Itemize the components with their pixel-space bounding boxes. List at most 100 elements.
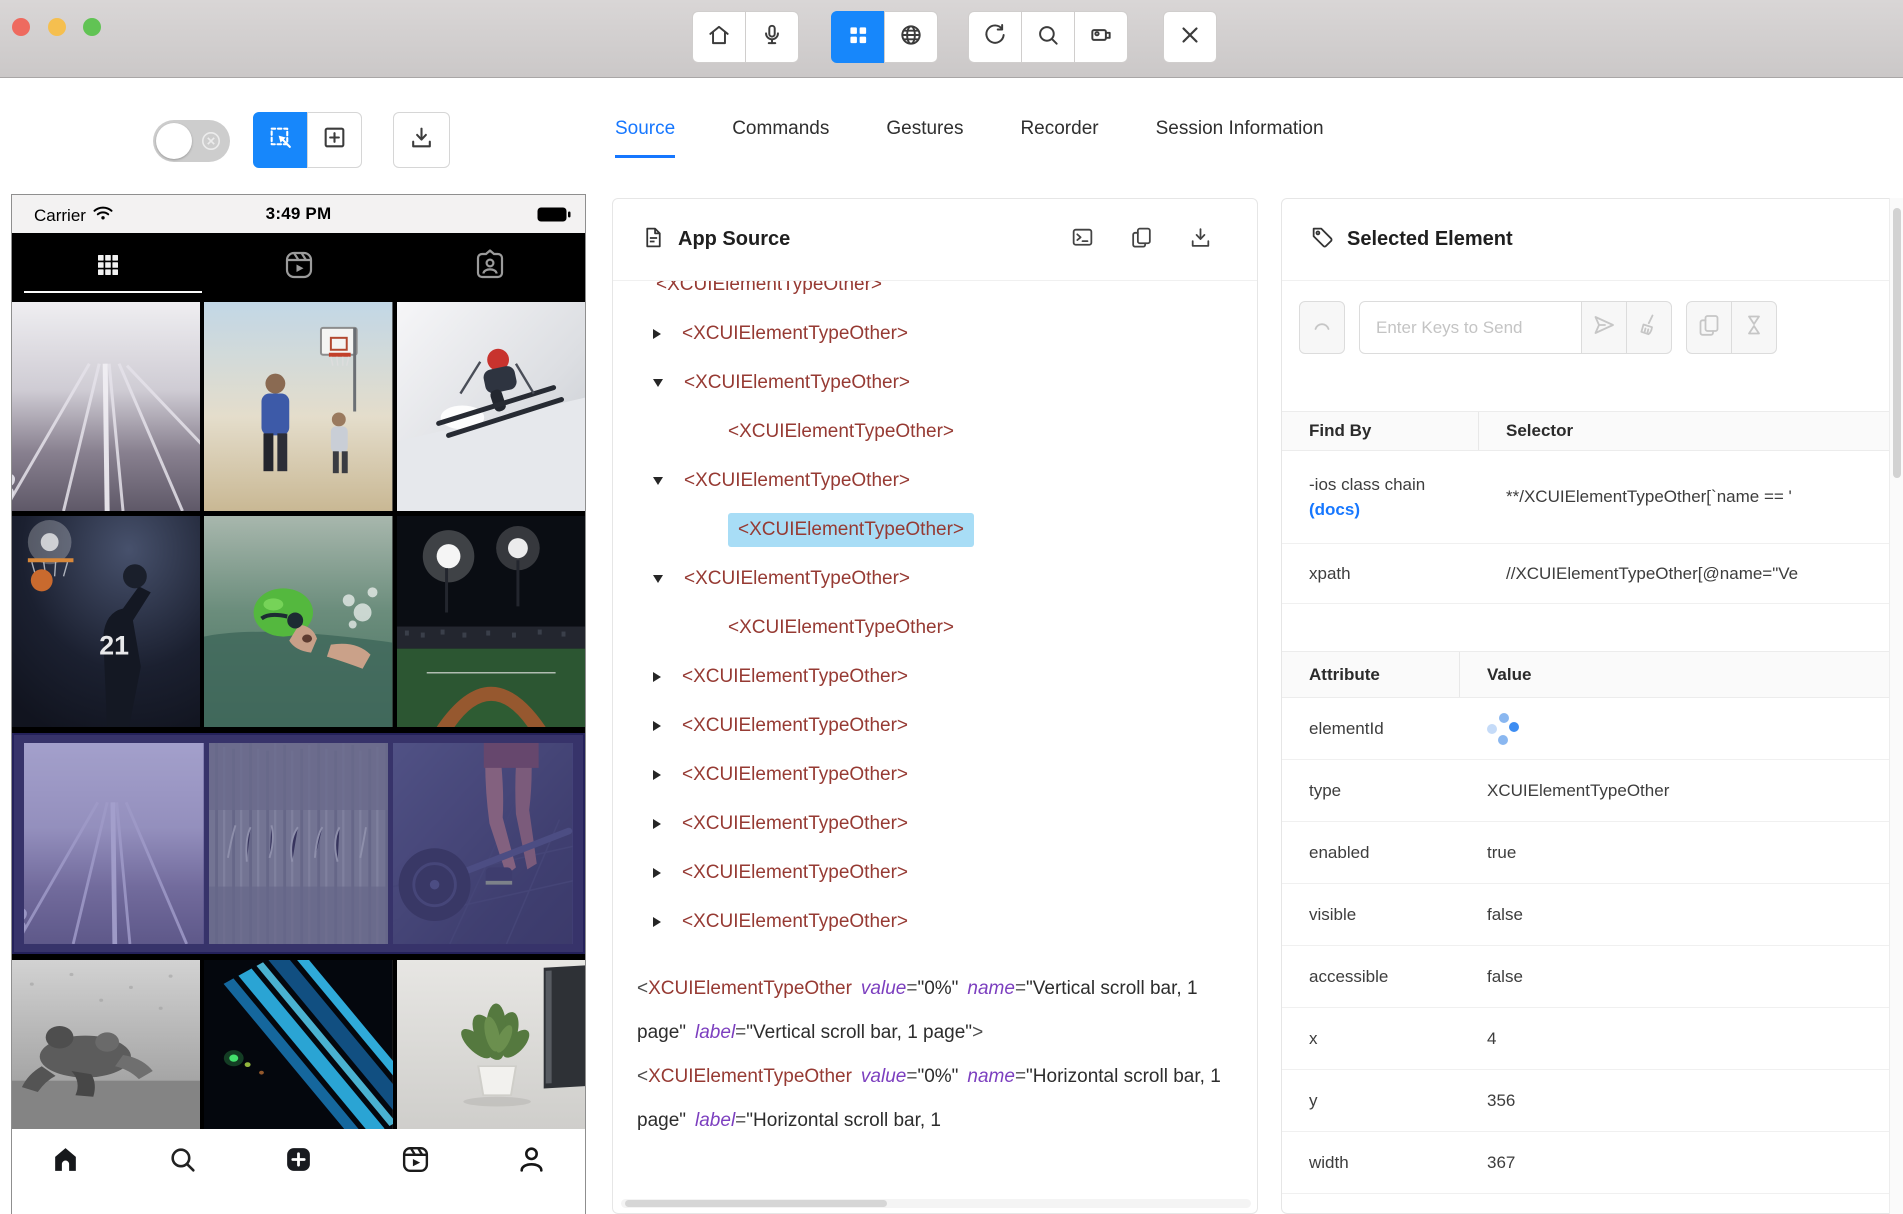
caret-right-icon[interactable]: [653, 868, 661, 878]
table-row: type XCUIElementTypeOther: [1282, 760, 1903, 822]
wait-for-element-button[interactable]: [1731, 301, 1777, 354]
document-icon: [641, 225, 666, 255]
tap-element-button[interactable]: [1299, 301, 1345, 354]
tree-node-selected[interactable]: <XCUIElementTypeOther>: [613, 505, 1257, 554]
download-screenshot-button[interactable]: [393, 112, 450, 168]
home-button[interactable]: [692, 11, 746, 63]
screen-recording-button[interactable]: [1074, 11, 1128, 63]
terminal-icon[interactable]: [1070, 225, 1095, 255]
tab-source[interactable]: Source: [615, 118, 675, 158]
tree-node[interactable]: <XCUIElementTypeOther>: [613, 309, 1257, 358]
tab-commands[interactable]: Commands: [732, 118, 829, 158]
source-horizontal-scrollbar[interactable]: [621, 1199, 1251, 1208]
xml-line[interactable]: <XCUIElementTypeOthervalue="0%"name="Ver…: [637, 967, 1227, 1055]
caret-right-icon[interactable]: [653, 721, 661, 731]
selection-overlay: [393, 743, 573, 944]
tree-node[interactable]: <XCUIElementTypeOther>: [613, 456, 1257, 505]
photo-grid-row: 21: [12, 516, 585, 727]
tree-node[interactable]: <XCUIElementTypeOther>: [613, 652, 1257, 701]
tree-node[interactable]: <XCUIElementTypeOther>: [613, 750, 1257, 799]
caret-right-icon[interactable]: [653, 770, 661, 780]
scrollbar-thumb[interactable]: [625, 1200, 887, 1207]
caret-right-icon[interactable]: [653, 917, 661, 927]
tile-swimmer-green-cap[interactable]: [204, 516, 392, 727]
tree-node[interactable]: <XCUIElementTypeOther>: [613, 407, 1257, 456]
close-window-button[interactable]: [12, 18, 30, 36]
photo-grid-row: [12, 960, 585, 1129]
tree-node[interactable]: <XCUIElementTypeOther>: [613, 701, 1257, 750]
reels-tab-icon[interactable]: [282, 248, 316, 287]
table-row: x 4: [1282, 1008, 1903, 1070]
caret-down-icon[interactable]: [653, 477, 663, 485]
xml-line[interactable]: <XCUIElementTypeOthervalue="0%"name="Hor…: [637, 1055, 1227, 1143]
tile-neon-light-streaks[interactable]: [204, 960, 392, 1129]
home-nav-icon[interactable]: [50, 1144, 81, 1180]
selection-overlay: [209, 743, 389, 944]
window-vertical-scrollbar[interactable]: [1889, 198, 1903, 1214]
tab-session-information[interactable]: Session Information: [1156, 118, 1324, 158]
tile-desk-plant-laptop[interactable]: [397, 960, 585, 1129]
caret-right-icon[interactable]: [653, 672, 661, 682]
create-post-nav-icon[interactable]: [283, 1144, 314, 1180]
scrollbar-thumb[interactable]: [1893, 208, 1901, 478]
tree-node[interactable]: <XCUIElementTypeOther>: [613, 603, 1257, 652]
docs-link[interactable]: (docs): [1309, 500, 1479, 520]
tile-baseball-stadium-night[interactable]: [397, 516, 585, 727]
toolbar-group-nav: [692, 11, 799, 63]
tree-node[interactable]: <XCUIElementTypeOther>: [613, 799, 1257, 848]
copy-source-icon[interactable]: [1129, 225, 1154, 255]
table-row: elementId: [1282, 698, 1903, 760]
caret-right-icon[interactable]: [653, 329, 661, 339]
tile-wrestlers-grayscale[interactable]: [12, 960, 200, 1129]
download-source-icon[interactable]: [1188, 225, 1213, 255]
tree-node[interactable]: <XCUIElementTypeOther>: [613, 848, 1257, 897]
tap-element-icon: [1309, 312, 1335, 343]
copy-attributes-button[interactable]: [1686, 301, 1732, 354]
tile-skier-red-helmet[interactable]: [397, 302, 585, 511]
tile-foggy-running-track-highlighted[interactable]: 3: [24, 743, 204, 944]
send-keys-input[interactable]: [1359, 301, 1582, 354]
tree-node[interactable]: <XCUIElementTypeOther>: [613, 281, 1257, 309]
selected-element-highlight-row[interactable]: 3: [12, 733, 585, 954]
device-screenshot-mirror[interactable]: 3:49 PM Carrier 3: [12, 195, 585, 1214]
refresh-button[interactable]: [968, 11, 1022, 63]
caret-down-icon[interactable]: [653, 575, 663, 583]
swipe-by-coordinates-button[interactable]: [307, 112, 362, 168]
tree-node[interactable]: <XCUIElementTypeOther>: [613, 554, 1257, 603]
reels-nav-icon[interactable]: [400, 1144, 431, 1180]
value-header: Value: [1460, 652, 1531, 697]
table-row: y 356: [1282, 1070, 1903, 1132]
close-session-button[interactable]: [1163, 11, 1217, 63]
send-keys-button[interactable]: [1581, 301, 1627, 354]
home-icon: [706, 22, 732, 53]
grid-tab-icon[interactable]: [91, 248, 125, 287]
element-attributes-table: Attribute Value elementId type XCUIEleme…: [1282, 651, 1903, 1194]
table-row: xpath //XCUIElementTypeOther[@name="Ve: [1282, 544, 1903, 604]
tagged-tab-icon[interactable]: [473, 248, 507, 287]
tile-grass-closeup-highlighted[interactable]: [209, 743, 389, 944]
caret-down-icon[interactable]: [653, 379, 663, 387]
tile-foggy-running-track[interactable]: 3: [12, 302, 200, 511]
screenshot-refresh-toggle[interactable]: [153, 120, 230, 162]
tree-node[interactable]: <XCUIElementTypeOther>: [613, 358, 1257, 407]
microphone-button[interactable]: [745, 11, 799, 63]
minimize-window-button[interactable]: [48, 18, 66, 36]
tab-gestures[interactable]: Gestures: [886, 118, 963, 158]
tile-barbell-deadlift-highlighted[interactable]: [393, 743, 573, 944]
app-grid-button[interactable]: [831, 11, 885, 63]
clear-keys-button[interactable]: [1626, 301, 1672, 354]
toolbar-group-view: [831, 11, 938, 63]
app-source-title: App Source: [678, 228, 790, 251]
tab-recorder[interactable]: Recorder: [1020, 118, 1098, 158]
search-button[interactable]: [1021, 11, 1075, 63]
select-elements-button[interactable]: [253, 112, 308, 168]
tree-node[interactable]: <XCUIElementTypeOther>: [613, 897, 1257, 946]
profile-nav-icon[interactable]: [516, 1144, 547, 1180]
globe-button[interactable]: [884, 11, 938, 63]
search-nav-icon[interactable]: [167, 1144, 198, 1180]
tile-basketball-dunk[interactable]: 21: [12, 516, 200, 727]
attribute-name: accessible: [1282, 967, 1460, 987]
caret-right-icon[interactable]: [653, 819, 661, 829]
zoom-window-button[interactable]: [83, 18, 101, 36]
tile-outdoor-basketball[interactable]: [204, 302, 392, 511]
